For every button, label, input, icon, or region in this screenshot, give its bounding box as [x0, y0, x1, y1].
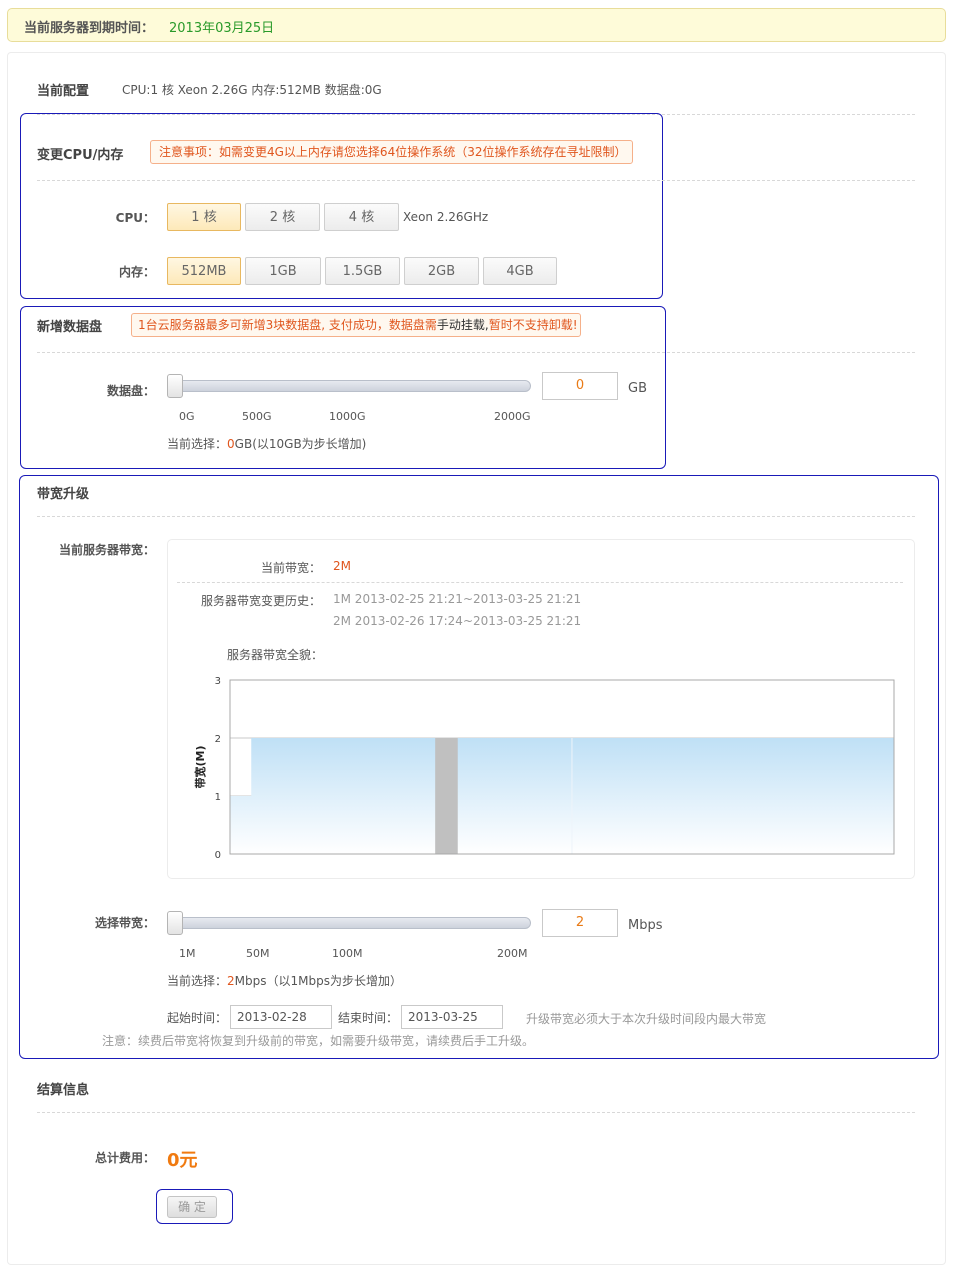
cpu-mem-notice: 注意事项：如需变更4G以上内存请您选择64位操作系统（32位操作系统存在寻址限制… [150, 140, 633, 164]
end-time-label: 结束时间： [338, 1011, 399, 1025]
bandwidth-hint: 升级带宽必须大于本次升级时间段内最大带宽 [526, 1012, 767, 1026]
disk-current-selection: 当前选择：0GB(以10GB为步长增加) [167, 435, 366, 452]
cpu-label: CPU： [115, 211, 155, 225]
disk-tick: 1000G [329, 410, 366, 423]
start-time-label: 起始时间： [167, 1011, 228, 1025]
bandwidth-area [230, 738, 894, 854]
disk-tick: 2000G [494, 410, 531, 423]
disk-notice-part1: 1台云服务器最多可新增3块数据盘, 支付成功，数据盘需 [138, 318, 437, 332]
bandwidth-unit: Mbps [628, 918, 663, 933]
disk-notice-part3: 暂时不支持卸载! [488, 318, 578, 332]
cpu-model: Xeon 2.26GHz [403, 210, 489, 224]
memory-option-512mb[interactable]: 512MB [167, 257, 241, 285]
disk-slider-thumb[interactable] [167, 374, 183, 398]
current-bandwidth-label: 当前带宽： [260, 561, 321, 575]
bandwidth-history-item: 1M 2013-02-25 21:21~2013-03-25 21:21 [333, 592, 582, 606]
disk-title: 新增数据盘 [37, 320, 103, 335]
disk-notice-part2: 手动挂载, [436, 318, 489, 332]
bandwidth-input[interactable]: 2 [542, 909, 618, 937]
divider [37, 516, 915, 517]
bandwidth-tick: 1M [179, 947, 196, 960]
bandwidth-tick: 200M [497, 947, 528, 960]
divider [177, 582, 903, 583]
disk-slider-track[interactable] [167, 380, 531, 392]
cpu-mem-title: 变更CPU/内存 [37, 148, 124, 163]
total-cost-label: 总计费用： [94, 1151, 155, 1165]
bandwidth-history-item: 2M 2013-02-26 17:24~2013-03-25 21:21 [333, 614, 582, 628]
memory-option-1-5gb[interactable]: 1.5GB [325, 257, 400, 285]
bandwidth-current-value: 2 [227, 974, 235, 988]
confirm-button[interactable]: 确 定 [167, 1196, 217, 1218]
expiry-bar: 当前服务器到期时间： 2013年03月25日 [7, 8, 946, 42]
server-bandwidth-label: 当前服务器带宽： [58, 543, 155, 557]
config-text: CPU:1 核 Xeon 2.26G 内存:512MB 数据盘:0G [122, 83, 382, 97]
period-marker [435, 738, 458, 854]
select-bandwidth-label: 选择带宽： [94, 916, 155, 930]
expiry-value: 2013年03月25日 [169, 21, 275, 36]
bandwidth-title: 带宽升级 [37, 487, 90, 502]
bandwidth-slider-track[interactable] [167, 917, 531, 929]
cpu-option-4[interactable]: 4 核 [324, 203, 399, 231]
disk-unit: GB [628, 381, 647, 396]
bandwidth-tick: 100M [332, 947, 363, 960]
settlement-title: 结算信息 [37, 1083, 90, 1098]
disk-size-input[interactable]: 0 [542, 372, 618, 400]
config-title: 当前配置 [37, 84, 90, 99]
start-date-input[interactable]: 2013-02-28 [230, 1005, 332, 1029]
y-tick-label: 2 [215, 734, 221, 745]
disk-current-suffix: GB(以10GB为步长增加) [234, 437, 367, 451]
bandwidth-current-prefix: 当前选择： [167, 974, 228, 988]
bandwidth-history-label: 服务器带宽变更历史： [200, 594, 321, 608]
y-tick-label: 3 [215, 676, 221, 687]
bandwidth-chart: 0 1 2 3 带宽(M) [193, 676, 895, 861]
disk-tick: 0G [179, 410, 195, 423]
bandwidth-current-selection: 当前选择：2Mbps（以1Mbps为步长增加） [167, 972, 402, 989]
memory-option-2gb[interactable]: 2GB [404, 257, 479, 285]
bandwidth-tick: 50M [246, 947, 270, 960]
divider [37, 352, 915, 353]
expiry-label: 当前服务器到期时间： [24, 21, 155, 36]
disk-label: 数据盘： [106, 384, 155, 398]
disk-tick: 500G [242, 410, 272, 423]
cpu-option-1[interactable]: 1 核 [167, 203, 241, 231]
divider [37, 1112, 915, 1113]
memory-option-1gb[interactable]: 1GB [245, 257, 321, 285]
disk-current-value: 0 [227, 437, 235, 451]
current-bandwidth-value: 2M [333, 559, 351, 573]
cpu-option-2[interactable]: 2 核 [245, 203, 320, 231]
y-tick-label: 0 [215, 850, 221, 861]
bandwidth-note: 注意：续费后带宽将恢复到升级前的带宽，如需要升级带宽，请续费后手工升级。 [102, 1034, 535, 1048]
disk-notice: 1台云服务器最多可新增3块数据盘, 支付成功，数据盘需手动挂载,暂时不支持卸载! [131, 313, 581, 337]
y-axis-label: 带宽(M) [193, 745, 207, 788]
y-tick-label: 1 [215, 792, 221, 803]
disk-current-prefix: 当前选择： [167, 437, 228, 451]
bandwidth-slider-thumb[interactable] [167, 911, 183, 935]
bandwidth-current-suffix: Mbps（以1Mbps为步长增加） [234, 974, 402, 988]
total-cost-value: 0元 [167, 1150, 198, 1171]
divider [37, 180, 915, 181]
memory-option-4gb[interactable]: 4GB [483, 257, 557, 285]
bandwidth-overview-label: 服务器带宽全貌： [227, 648, 324, 662]
memory-label: 内存： [118, 265, 155, 279]
end-date-input[interactable]: 2013-03-25 [401, 1005, 503, 1029]
